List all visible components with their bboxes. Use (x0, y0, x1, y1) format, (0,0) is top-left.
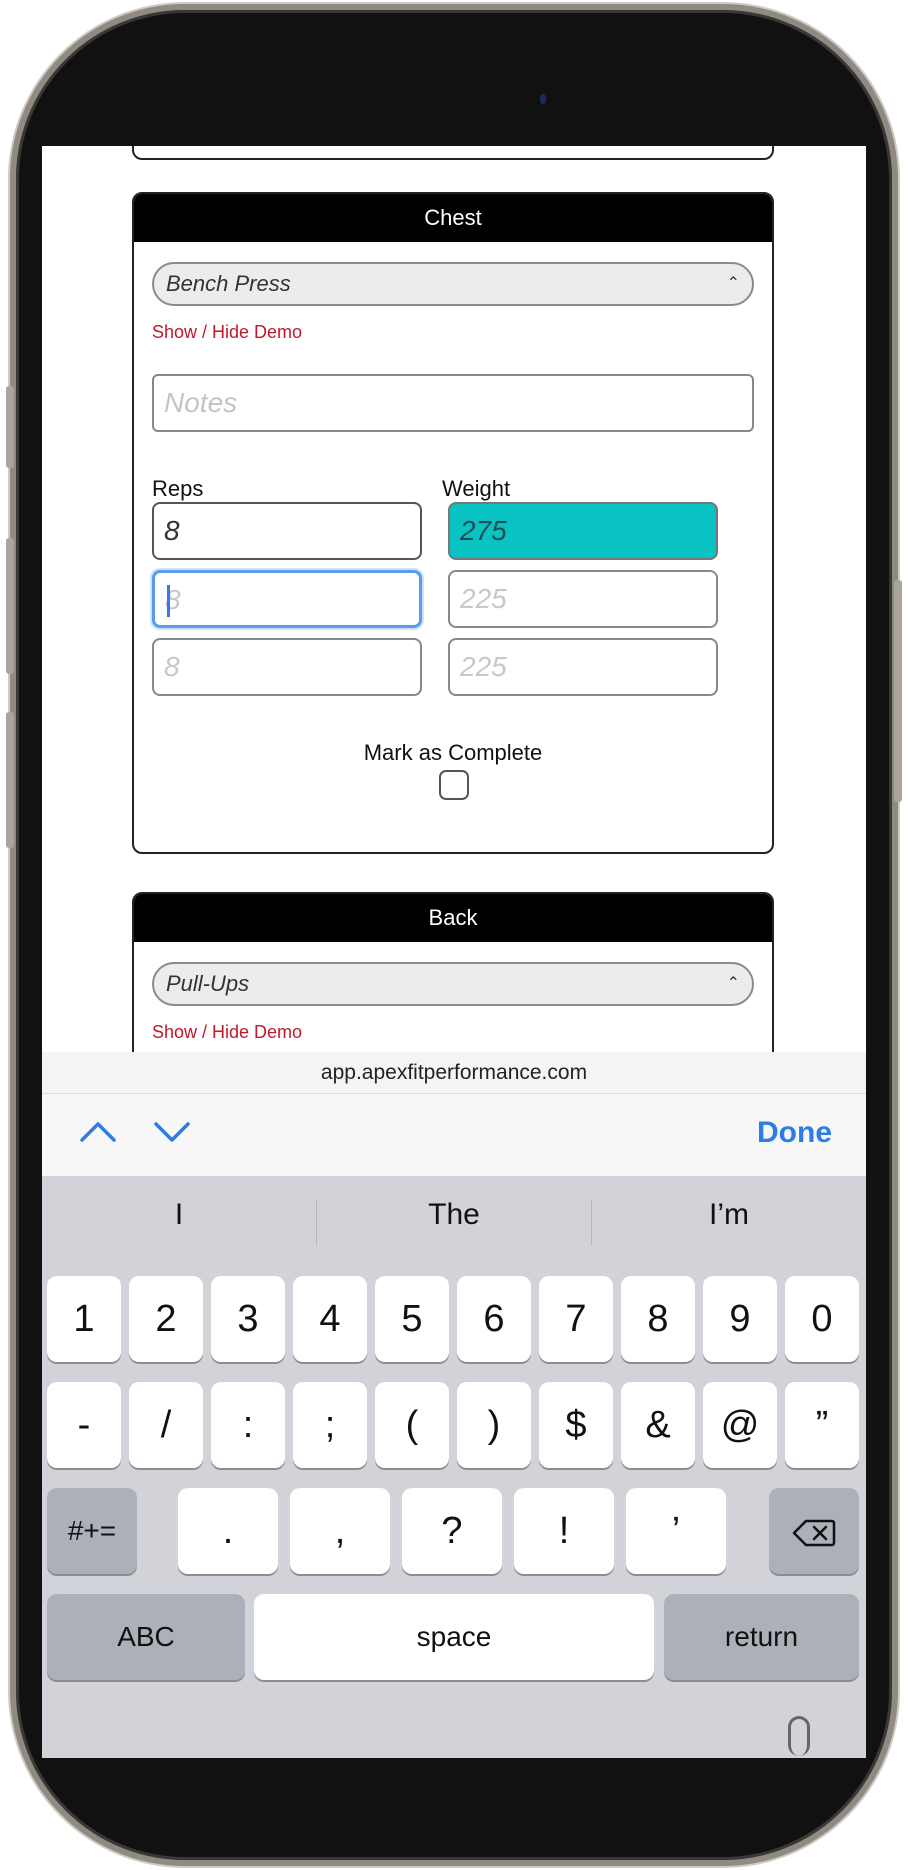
previous-card-edge (132, 146, 774, 160)
key-8[interactable]: 8 (621, 1276, 695, 1362)
show-hide-demo-link[interactable]: Show / Hide Demo (152, 1022, 302, 1043)
key-open-paren[interactable]: ( (375, 1382, 449, 1468)
key-3[interactable]: 3 (211, 1276, 285, 1362)
action-button (6, 386, 14, 468)
keyboard-accessory-bar: Done (42, 1094, 866, 1176)
key-4[interactable]: 4 (293, 1276, 367, 1362)
return-key[interactable]: return (664, 1594, 859, 1680)
microphone-icon[interactable] (788, 1716, 810, 1756)
weight-input-set-2[interactable]: 225 (448, 570, 718, 628)
exercise-select[interactable]: Bench Press ⌃︎ (152, 262, 754, 306)
exercise-select-value: Bench Press (166, 271, 291, 296)
camera-dot (540, 94, 546, 104)
exercise-select-value: Pull-Ups (166, 971, 250, 996)
select-chevron-icon: ⌃︎ (726, 275, 740, 292)
key-5[interactable]: 5 (375, 1276, 449, 1362)
done-button[interactable]: Done (757, 1116, 832, 1150)
text-cursor (167, 585, 170, 617)
card-title: Back (134, 894, 772, 942)
key-more-symbols[interactable]: #+= (47, 1488, 137, 1574)
mark-complete-label: Mark as Complete (363, 740, 543, 765)
weight-input-set-3[interactable]: 225 (448, 638, 718, 696)
key-question[interactable]: ? (402, 1488, 502, 1574)
backspace-icon (792, 1519, 836, 1547)
show-hide-demo-link[interactable]: Show / Hide Demo (152, 322, 302, 343)
reps-label: Reps (152, 476, 204, 501)
suggestion-3[interactable]: I’m (592, 1198, 866, 1232)
key-semicolon[interactable]: ; (293, 1382, 367, 1468)
key-comma[interactable]: , (290, 1488, 390, 1574)
notes-input[interactable]: Notes (152, 374, 754, 432)
volume-up-button (6, 538, 14, 674)
exercise-card-chest: Chest Bench Press ⌃︎ Show / Hide Demo No… (132, 192, 774, 854)
card-title: Chest (134, 194, 772, 242)
key-at[interactable]: @ (703, 1382, 777, 1468)
key-quote[interactable]: ” (785, 1382, 859, 1468)
key-6[interactable]: 6 (457, 1276, 531, 1362)
key-9[interactable]: 9 (703, 1276, 777, 1362)
key-dollar[interactable]: $ (539, 1382, 613, 1468)
mark-complete-checkbox[interactable] (439, 770, 469, 800)
key-2[interactable]: 2 (129, 1276, 203, 1362)
screen: Chest Bench Press ⌃︎ Show / Hide Demo No… (42, 146, 866, 1758)
weight-label: Weight (442, 476, 511, 501)
keyboard: I The I’m 1 2 3 4 5 6 7 8 9 0 - / : ; ( … (42, 1176, 866, 1758)
abc-key[interactable]: ABC (47, 1594, 245, 1680)
space-key[interactable]: space (254, 1594, 654, 1680)
key-close-paren[interactable]: ) (457, 1382, 531, 1468)
exercise-select[interactable]: Pull-Ups ⌃︎ (152, 962, 754, 1006)
chevron-up-icon[interactable] (78, 1116, 118, 1155)
key-ampersand[interactable]: & (621, 1382, 695, 1468)
reps-input-set-3[interactable]: 8 (152, 638, 422, 696)
key-apostrophe[interactable]: ’ (626, 1488, 726, 1574)
key-slash[interactable]: / (129, 1382, 203, 1468)
suggestion-1[interactable]: I (42, 1198, 316, 1232)
key-exclamation[interactable]: ! (514, 1488, 614, 1574)
backspace-key[interactable] (769, 1488, 859, 1574)
select-chevron-icon: ⌃︎ (726, 975, 740, 992)
suggestion-2[interactable]: The (317, 1198, 591, 1232)
key-1[interactable]: 1 (47, 1276, 121, 1362)
power-button (894, 580, 902, 802)
key-period[interactable]: . (178, 1488, 278, 1574)
reps-input-set-2[interactable]: 8 (152, 570, 422, 628)
key-0[interactable]: 0 (785, 1276, 859, 1362)
weight-input-set-1[interactable]: 275 (448, 502, 718, 560)
key-colon[interactable]: : (211, 1382, 285, 1468)
reps-input-set-1[interactable]: 8 (152, 502, 422, 560)
volume-down-button (6, 712, 14, 848)
chevron-down-icon[interactable] (152, 1116, 192, 1155)
key-hyphen[interactable]: - (47, 1382, 121, 1468)
key-7[interactable]: 7 (539, 1276, 613, 1362)
browser-url-bar[interactable]: app.apexfitperformance.com (42, 1052, 866, 1094)
